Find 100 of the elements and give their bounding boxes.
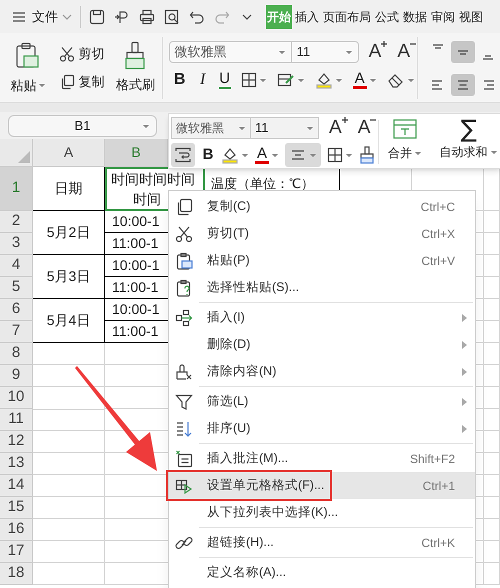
save-icon[interactable]	[89, 8, 105, 24]
empty-cell[interactable]	[484, 321, 500, 343]
empty-cell[interactable]	[484, 255, 500, 277]
grow-font-button[interactable]: A	[368, 42, 388, 62]
ribbon-tab[interactable]: 页面布局	[322, 4, 372, 28]
underline-button[interactable]: U	[218, 71, 231, 89]
column-header[interactable]: B	[105, 139, 168, 166]
row-header[interactable]: 10	[0, 387, 33, 409]
ribbon-tab[interactable]: 公式	[374, 4, 400, 28]
filter-icon	[175, 392, 193, 410]
empty-cell[interactable]	[484, 277, 500, 299]
copy-label[interactable]: 复制	[78, 72, 105, 92]
merge-button[interactable]: 合并	[379, 114, 430, 168]
sigma-symbol: ∑	[460, 115, 477, 143]
clipboard-question-icon	[175, 278, 193, 296]
row-header[interactable]: 11	[0, 409, 33, 431]
wrap-text-button[interactable]	[171, 143, 195, 167]
preview-icon[interactable]	[164, 8, 180, 24]
empty-cell[interactable]	[484, 519, 500, 541]
brush-icon[interactable]	[359, 146, 376, 164]
row-header[interactable]: 17	[0, 541, 33, 563]
shrink-font-button[interactable]: A	[358, 118, 376, 138]
menu-item[interactable]: 筛选(L)	[169, 388, 475, 415]
row-header[interactable]: 15	[0, 497, 33, 519]
row-header[interactable]: 8	[0, 343, 33, 365]
row-header[interactable]: 3	[0, 233, 33, 255]
fill-color-icon[interactable]	[314, 71, 333, 89]
empty-cell[interactable]	[484, 365, 500, 387]
empty-cell[interactable]	[484, 475, 500, 497]
align-center-button[interactable]	[285, 143, 322, 167]
row-header[interactable]: 13	[0, 453, 33, 475]
empty-cell[interactable]	[484, 541, 500, 563]
empty-cell[interactable]	[484, 409, 500, 431]
menu-item[interactable]: 清除内容(N)	[169, 358, 475, 385]
menu-item[interactable]: 设置单元格格式(F)... Ctrl+1	[169, 472, 475, 499]
empty-cell[interactable]	[484, 431, 500, 453]
font-color-button[interactable]: A	[255, 146, 270, 164]
empty-cell[interactable]	[484, 299, 500, 321]
ribbon-tab[interactable]: 插入	[294, 4, 320, 28]
vertical-align-icon	[482, 55, 494, 60]
shrink-font-button[interactable]: A	[397, 42, 416, 62]
fill-color-icon[interactable]	[221, 146, 239, 164]
row-header[interactable]: 6	[0, 299, 33, 321]
caret-icon	[406, 78, 415, 82]
menu-icon[interactable]	[12, 10, 26, 22]
shortcut-text: Ctrl+C	[420, 198, 455, 216]
vertical-align-button[interactable]	[451, 41, 476, 63]
row-header[interactable]: 7	[0, 321, 33, 343]
brush-icon[interactable]	[123, 41, 148, 71]
format-painter-label[interactable]: 格式刷	[116, 75, 155, 94]
row-header[interactable]: 16	[0, 519, 33, 541]
menu-item[interactable]: 超链接(H)... Ctrl+K	[169, 529, 475, 556]
minus-icon	[370, 117, 376, 123]
grow-font-button[interactable]: A	[329, 118, 348, 138]
shortcut-text: Shift+F2	[410, 450, 455, 468]
empty-cell[interactable]	[484, 497, 500, 519]
paste-label[interactable]: 粘贴	[10, 76, 36, 96]
menu-item[interactable]: 定义名称(A)...	[169, 559, 475, 586]
row-header[interactable]: 9	[0, 365, 33, 387]
border-icon[interactable]	[240, 72, 257, 88]
row-header[interactable]: 18	[0, 563, 33, 585]
scissors-icon[interactable]	[58, 46, 75, 62]
empty-cell[interactable]	[484, 453, 500, 475]
row-header[interactable]: 4	[0, 255, 33, 277]
ribbon-tab[interactable]: 审阅	[430, 4, 456, 28]
horizontal-align-button[interactable]	[451, 74, 476, 96]
menu-item[interactable]: 排序(U)	[169, 415, 475, 442]
select-all-icon[interactable]	[18, 151, 30, 163]
row-header[interactable]: 5	[0, 277, 33, 299]
name-box[interactable]: B1	[8, 114, 157, 136]
caret-icon	[241, 152, 249, 158]
menu-item[interactable]: 插入批注(M)... Shift+F2	[169, 445, 475, 472]
caret-icon	[334, 78, 343, 82]
row-header[interactable]: 14	[0, 475, 33, 497]
empty-cell[interactable]	[484, 563, 500, 585]
menu-item[interactable]: 从下拉列表中选择(K)...	[169, 499, 475, 526]
conditional-format-icon[interactable]	[276, 72, 295, 88]
row-header[interactable]: 12	[0, 431, 33, 453]
border-icon[interactable]	[327, 147, 344, 163]
bold-button[interactable]: B	[172, 68, 187, 92]
vertical-align-icon	[457, 50, 470, 54]
cut-label[interactable]: 剪切	[78, 44, 105, 64]
clipboard-icon[interactable]	[15, 42, 42, 70]
bold-button[interactable]: B	[201, 144, 215, 166]
caret-icon	[414, 150, 422, 156]
empty-cell[interactable]	[484, 343, 500, 365]
row-header[interactable]: 2	[0, 211, 33, 233]
empty-cell[interactable]	[484, 211, 500, 233]
export-icon[interactable]	[114, 8, 130, 24]
eraser-icon[interactable]	[386, 72, 405, 88]
empty-cell[interactable]	[484, 387, 500, 409]
italic-button[interactable]: I	[196, 68, 209, 92]
shortcut-text: Ctrl+V	[421, 252, 455, 270]
empty-cell[interactable]	[484, 233, 500, 255]
print-icon[interactable]	[139, 8, 155, 24]
ribbon-tab[interactable]: 视图	[458, 4, 484, 28]
font-color-button[interactable]: A	[352, 71, 367, 89]
file-menu[interactable]: 文件	[32, 6, 58, 26]
ribbon-tab[interactable]: 数据	[402, 4, 428, 28]
autosum-button[interactable]: ∑ 自动求和	[436, 114, 500, 168]
